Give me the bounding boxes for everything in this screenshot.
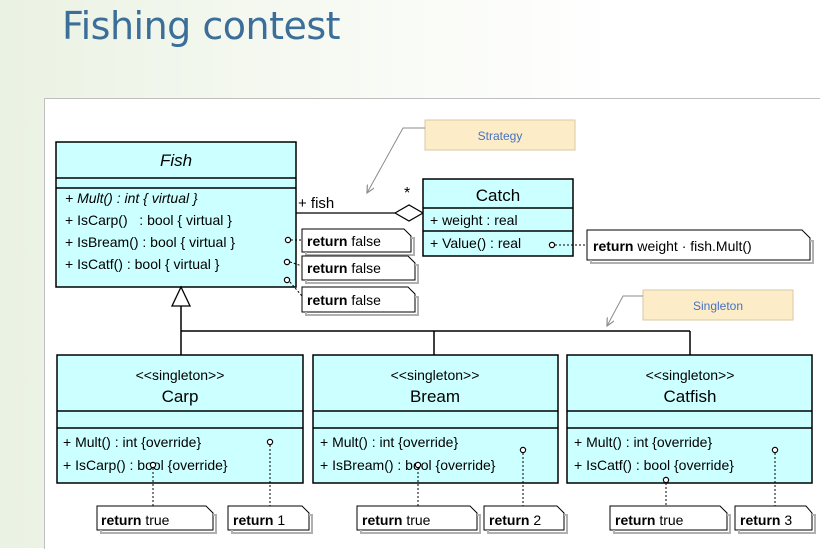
fish-class-name: Fish <box>160 151 192 170</box>
strategy-label: Strategy <box>478 129 523 143</box>
fish-method-iscarp: + IsCarp() : bool { virtual } <box>65 212 232 228</box>
catch-attr-weight: + weight : real <box>430 212 518 228</box>
aggregation-diamond <box>393 204 425 222</box>
carp-class-name: Carp <box>162 387 199 406</box>
fish-method-iscatf: + IsCatf() : bool { virtual } <box>65 256 220 272</box>
association-multiplicity: * <box>404 185 410 202</box>
value-note: return weight · fish.Mult() <box>548 229 814 264</box>
fish-association: + fish * <box>296 185 425 222</box>
bream-stereotype: <<singleton>> <box>391 367 480 383</box>
catch-method-value: + Value() : real <box>430 235 521 251</box>
catfish-stereotype: <<singleton>> <box>646 367 735 383</box>
strategy-pointer <box>367 127 425 193</box>
singleton-pointer <box>607 295 643 326</box>
fish-false-notes: return false return false return false <box>283 228 419 316</box>
carp-note-mult: return 1 <box>233 512 285 528</box>
singleton-callout: Singleton <box>607 289 794 326</box>
catfish-class[interactable]: <<singleton>> Catfish + Mult() : int {ov… <box>566 354 813 484</box>
bream-method-isbream: + IsBream() : bool {override} <box>320 457 496 473</box>
fish-note-iscarp: return false <box>307 233 381 249</box>
bream-class-name: Bream <box>410 387 460 406</box>
carp-method-iscarp: + IsCarp() : bool {override} <box>63 457 228 473</box>
bream-note-mult: return 2 <box>489 512 541 528</box>
fish-method-isbream: + IsBream() : bool { virtual } <box>65 234 235 250</box>
generalization-tree <box>170 285 691 355</box>
catfish-method-iscatf: + IsCatf() : bool {override} <box>574 457 734 473</box>
fish-note-iscatf: return false <box>307 292 381 308</box>
carp-method-mult: + Mult() : int {override} <box>63 434 201 450</box>
catfish-class-name: Catfish <box>664 387 717 406</box>
value-note-text: return weight · fish.Mult() <box>593 238 752 254</box>
fish-method-mult: + Mult() : int { virtual } <box>65 190 198 206</box>
inheritance-triangle <box>170 285 192 307</box>
catch-class-name: Catch <box>476 186 520 205</box>
singleton-label: Singleton <box>693 299 743 313</box>
carp-stereotype: <<singleton>> <box>136 367 225 383</box>
catfish-note-true: return true <box>615 512 684 528</box>
carp-note-true: return true <box>101 512 170 528</box>
bream-class[interactable]: <<singleton>> Bream + Mult() : int {over… <box>312 354 559 484</box>
fish-note-isbream: return false <box>307 260 381 276</box>
fish-class[interactable]: Fish + Mult() : int { virtual } + IsCarp… <box>55 141 297 288</box>
uml-diagram: Strategy Singleton Fish + Mult() : int {… <box>55 119 816 534</box>
bream-note-true: return true <box>362 512 431 528</box>
catfish-note-mult: return 3 <box>740 512 792 528</box>
bream-method-mult: + Mult() : int {override} <box>320 434 458 450</box>
catfish-method-mult: + Mult() : int {override} <box>574 434 712 450</box>
carp-class[interactable]: <<singleton>> Carp + Mult() : int {overr… <box>56 354 304 484</box>
association-role: + fish <box>298 195 334 212</box>
